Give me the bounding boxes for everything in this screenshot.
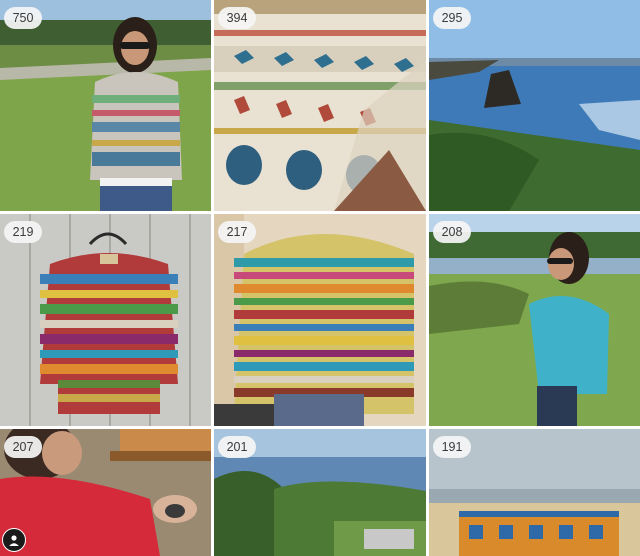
photo-tile[interactable]: 394 [214,0,426,211]
photo-woman-colorwork-sweater [0,0,211,211]
view-count-badge: 750 [4,7,42,29]
profile-avatar-button[interactable] [2,528,26,552]
photo-tile[interactable]: 191 [429,429,640,556]
photo-rocky-coastline [429,0,640,211]
view-count-badge: 207 [4,436,42,458]
person-icon [9,535,19,546]
photo-tile[interactable]: 217 [214,214,426,426]
photo-rainbow-striped-sweater [0,214,211,426]
view-count-badge: 201 [218,436,256,458]
photo-tile[interactable]: 219 [0,214,211,426]
photo-grid: 750 394 295 219 217 208 207 201 191 [0,0,640,556]
photo-colorwork-knitting [214,0,426,211]
view-count-badge: 191 [433,436,471,458]
photo-woman-turquoise-sweater [429,214,640,426]
photo-tile[interactable]: 207 [0,429,211,556]
view-count-badge: 295 [433,7,471,29]
photo-tile[interactable]: 208 [429,214,640,426]
photo-tile[interactable]: 295 [429,0,640,211]
view-count-badge: 208 [433,221,471,243]
view-count-badge: 217 [218,221,256,243]
photo-tile[interactable]: 750 [0,0,211,211]
view-count-badge: 394 [218,7,256,29]
photo-tile[interactable]: 201 [214,429,426,556]
view-count-badge: 219 [4,221,42,243]
photo-striped-sweater-in-progress [214,214,426,426]
